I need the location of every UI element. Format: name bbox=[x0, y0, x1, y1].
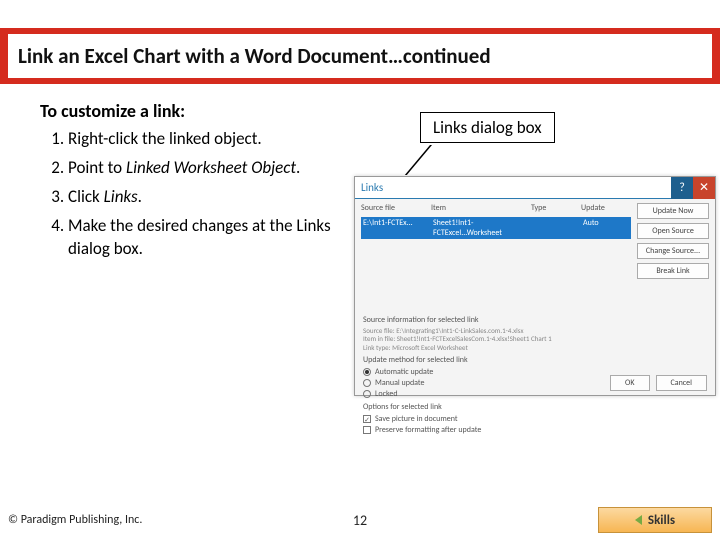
step-3: Click Links. bbox=[68, 186, 350, 209]
step-1: Right-click the linked object. bbox=[68, 128, 350, 151]
radio-label: Manual update bbox=[375, 378, 425, 388]
ok-button[interactable]: OK bbox=[610, 375, 649, 391]
check-label: Preserve formatting after update bbox=[375, 425, 481, 435]
check-preserve-formatting[interactable]: Preserve formatting after update bbox=[363, 425, 707, 435]
bg-wall bbox=[0, 260, 260, 460]
step-text-em: Links bbox=[104, 186, 138, 207]
page-number: 12 bbox=[353, 512, 367, 529]
step-text-pre: Point to bbox=[68, 157, 126, 178]
step-text-post: . bbox=[296, 157, 300, 178]
callout-label: Links dialog box bbox=[420, 112, 555, 143]
radio-label: Locked bbox=[375, 389, 398, 399]
steps-list: Right-click the linked object. Point to … bbox=[40, 128, 350, 261]
options-label: Options for selected link bbox=[363, 402, 707, 412]
checkbox-icon: ✓ bbox=[363, 415, 371, 423]
bg-floor bbox=[0, 426, 260, 460]
footer: © Paradigm Publishing, Inc. 12 Skills bbox=[0, 500, 720, 540]
title-band: Link an Excel Chart with a Word Document… bbox=[0, 28, 720, 84]
links-list: Source file Item Type Update E:\Int1-FCT… bbox=[355, 199, 637, 313]
header-type: Type bbox=[531, 203, 581, 213]
change-source-button[interactable]: Change Source... bbox=[637, 243, 709, 259]
step-2: Point to Linked Worksheet Object. bbox=[68, 157, 350, 180]
skills-button[interactable]: Skills bbox=[598, 507, 712, 533]
checkbox-icon bbox=[363, 426, 371, 434]
dialog-side-buttons: Update Now Open Source Change Source... … bbox=[637, 199, 715, 313]
back-arrow-icon bbox=[635, 515, 642, 525]
source-info-label: Source information for selected link bbox=[363, 315, 707, 325]
dialog-title: Links bbox=[361, 181, 383, 194]
step-text: Right-click the linked object. bbox=[68, 128, 262, 149]
check-label: Save picture in document bbox=[375, 414, 458, 424]
bg-desk-leg bbox=[32, 466, 36, 500]
radio-label: Automatic update bbox=[375, 367, 433, 377]
break-link-button[interactable]: Break Link bbox=[637, 263, 709, 279]
callout-leader-line bbox=[405, 145, 490, 175]
cell-source: E:\Int1-FCTEx... bbox=[363, 218, 433, 238]
list-headers: Source file Item Type Update bbox=[361, 203, 631, 213]
dialog-footer: OK Cancel bbox=[610, 375, 707, 391]
update-method-label: Update method for selected link bbox=[363, 355, 707, 365]
step-text-em: Linked Worksheet Object bbox=[126, 157, 296, 178]
close-icon[interactable]: ✕ bbox=[693, 177, 715, 199]
header-update: Update bbox=[581, 203, 621, 213]
help-icon[interactable]: ? bbox=[671, 177, 693, 199]
cancel-button[interactable]: Cancel bbox=[656, 375, 708, 391]
decorative-room bbox=[0, 300, 260, 500]
links-dialog: Links ? ✕ Source file Item Type Update E… bbox=[354, 176, 716, 396]
bg-window bbox=[0, 300, 120, 450]
cell-item: Sheet1!Int1-FCTExcel...Worksheet bbox=[433, 218, 533, 238]
content-block: To customize a link: Right-click the lin… bbox=[40, 100, 350, 267]
bg-desk bbox=[24, 454, 194, 466]
slide: Link an Excel Chart with a Word Document… bbox=[0, 0, 720, 540]
update-now-button[interactable]: Update Now bbox=[637, 203, 709, 219]
step-4: Make the desired changes at the Links di… bbox=[68, 215, 350, 261]
skills-label: Skills bbox=[648, 513, 675, 528]
step-text-post: . bbox=[138, 186, 142, 207]
dialog-window-controls: ? ✕ bbox=[671, 177, 715, 199]
bg-chair bbox=[120, 444, 154, 490]
open-source-button[interactable]: Open Source bbox=[637, 223, 709, 239]
cell-update: Auto bbox=[583, 218, 623, 238]
bg-desk-leg bbox=[178, 466, 182, 500]
info-link-type: Link type: Microsoft Excel Worksheet bbox=[363, 344, 707, 352]
step-text-pre: Click bbox=[68, 186, 104, 207]
header-source: Source file bbox=[361, 203, 431, 213]
dialog-body: Source file Item Type Update E:\Int1-FCT… bbox=[355, 199, 715, 313]
bg-frame-grey bbox=[192, 340, 228, 380]
subtitle: To customize a link: bbox=[40, 100, 350, 122]
cell-type bbox=[533, 218, 583, 238]
title-band-inner: Link an Excel Chart with a Word Document… bbox=[8, 34, 712, 78]
radio-icon bbox=[363, 390, 371, 398]
copyright: © Paradigm Publishing, Inc. bbox=[8, 513, 142, 527]
radio-icon bbox=[363, 368, 371, 376]
step-text: Make the desired changes at the Links di… bbox=[68, 215, 331, 259]
header-item: Item bbox=[431, 203, 531, 213]
dialog-titlebar: Links ? ✕ bbox=[355, 177, 715, 199]
radio-icon bbox=[363, 379, 371, 387]
check-save-picture[interactable]: ✓ Save picture in document bbox=[363, 414, 707, 424]
list-row-selected[interactable]: E:\Int1-FCTEx... Sheet1!Int1-FCTExcel...… bbox=[361, 217, 631, 239]
slide-title: Link an Excel Chart with a Word Document… bbox=[18, 43, 491, 69]
bg-frame-red bbox=[140, 330, 182, 382]
